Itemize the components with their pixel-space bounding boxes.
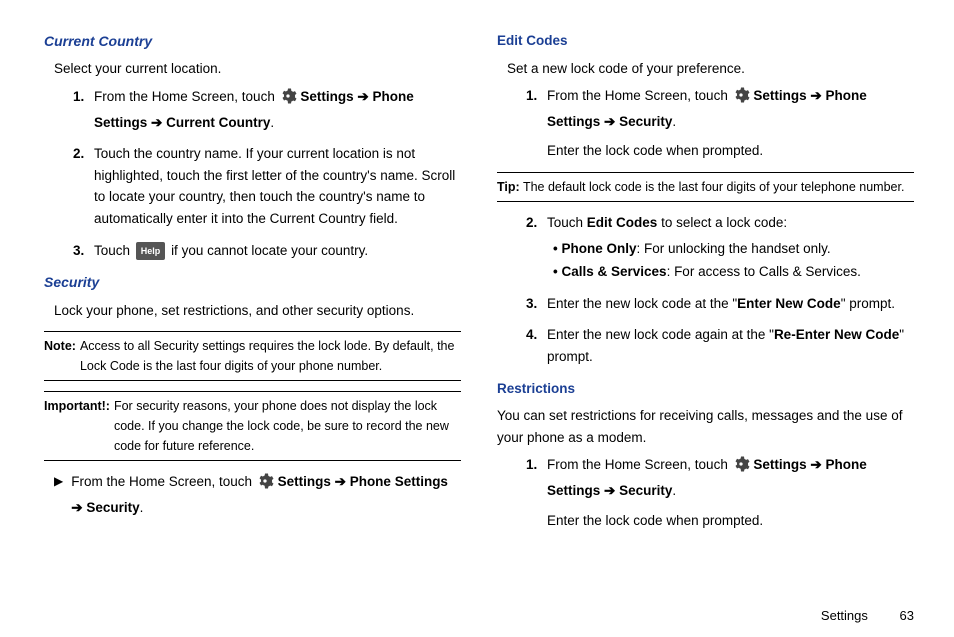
note-body: Access to all Security settings requires… — [80, 336, 461, 376]
path-security: Security — [619, 114, 672, 129]
heading-security: Security — [44, 271, 461, 293]
path-security: Security — [86, 500, 139, 515]
steps-edit-codes-1: From the Home Screen, touch Settings ➔ P… — [515, 85, 914, 162]
path-current-country: Current Country — [166, 115, 270, 130]
left-column: Current Country Select your current loca… — [44, 28, 461, 596]
text-pre: Enter the new lock code again at the " — [547, 327, 774, 342]
text-post: Enter the lock code when prompted. — [547, 140, 914, 162]
arrow-icon: ➔ — [810, 88, 821, 103]
page-body: Current Country Select your current loca… — [0, 0, 954, 606]
step-text-pre: Touch — [94, 243, 134, 258]
edit-codes-label: Edit Codes — [587, 215, 658, 230]
arrow-icon: ➔ — [71, 500, 82, 515]
steps-current-country: From the Home Screen, touch Settings ➔ P… — [62, 86, 461, 261]
arrow-icon: ➔ — [604, 114, 615, 129]
triangle-icon: ▶ — [54, 471, 63, 518]
intro-security: Lock your phone, set restrictions, and o… — [54, 300, 461, 322]
settings-icon — [732, 86, 750, 111]
heading-edit-codes: Edit Codes — [497, 30, 914, 52]
period: . — [270, 115, 274, 130]
prompt-label: Enter New Code — [737, 296, 841, 311]
settings-icon — [732, 455, 750, 480]
step-2: Touch Edit Codes to select a lock code: … — [541, 212, 914, 283]
note-label: Note: — [44, 336, 76, 376]
intro-edit-codes: Set a new lock code of your preference. — [507, 58, 914, 80]
tip-block: Tip: The default lock code is the last f… — [497, 172, 914, 202]
step-3: Touch Help if you cannot locate your cou… — [88, 240, 461, 262]
page-number: 63 — [900, 606, 914, 627]
text-pre: From the Home Screen, touch — [547, 457, 732, 472]
period: . — [140, 500, 144, 515]
period: . — [672, 483, 676, 498]
period: . — [672, 114, 676, 129]
path-settings: Settings — [278, 474, 331, 489]
step-4: Enter the new lock code again at the "Re… — [541, 324, 914, 367]
tip-label: Tip: — [497, 180, 520, 194]
step-1: From the Home Screen, touch Settings ➔ P… — [541, 454, 914, 531]
heading-current-country: Current Country — [44, 30, 461, 52]
right-column: Edit Codes Set a new lock code of your p… — [497, 28, 914, 596]
arrow-icon: ➔ — [151, 115, 162, 130]
steps-restrictions: From the Home Screen, touch Settings ➔ P… — [515, 454, 914, 531]
arrow-icon: ➔ — [357, 89, 368, 104]
steps-edit-codes-2: Touch Edit Codes to select a lock code: … — [515, 212, 914, 368]
arrow-step: ▶ From the Home Screen, touch Settings ➔… — [54, 471, 461, 518]
note-block: Note: Access to all Security settings re… — [44, 331, 461, 381]
arrow-icon: ➔ — [810, 457, 821, 472]
path-security: Security — [619, 483, 672, 498]
important-label: Important!: — [44, 396, 110, 456]
text-post: " prompt. — [841, 296, 895, 311]
sub-bullet-list: Phone Only: For unlocking the handset on… — [547, 238, 914, 283]
bullet-phone-only: Phone Only: For unlocking the handset on… — [547, 238, 914, 260]
help-icon: Help — [136, 242, 166, 260]
heading-restrictions: Restrictions — [497, 378, 914, 400]
arrow-step-text: From the Home Screen, touch Settings ➔ P… — [71, 471, 461, 518]
page-footer: Settings 63 — [0, 606, 954, 637]
footer-section: Settings — [821, 608, 868, 623]
settings-icon — [256, 472, 274, 497]
step-1: From the Home Screen, touch Settings ➔ P… — [88, 86, 461, 133]
path-phone-settings: Phone Settings — [350, 474, 448, 489]
intro-current-country: Select your current location. — [54, 58, 461, 80]
label: Calls & Services — [561, 264, 666, 279]
important-body: For security reasons, your phone does no… — [114, 396, 461, 456]
path-settings: Settings — [753, 88, 806, 103]
step-1: From the Home Screen, touch Settings ➔ P… — [541, 85, 914, 162]
intro-restrictions: You can set restrictions for receiving c… — [497, 405, 914, 448]
step-text-post: if you cannot locate your country. — [171, 243, 368, 258]
text-pre: From the Home Screen, touch — [71, 474, 256, 489]
path-settings: Settings — [300, 89, 353, 104]
text-pre: Touch — [547, 215, 587, 230]
path-settings: Settings — [753, 457, 806, 472]
arrow-icon: ➔ — [335, 474, 346, 489]
step-2: Touch the country name. If your current … — [88, 143, 461, 229]
text-post: Enter the lock code when prompted. — [547, 510, 914, 532]
text-pre: Enter the new lock code at the " — [547, 296, 737, 311]
step-text: From the Home Screen, touch — [94, 89, 279, 104]
desc: : For access to Calls & Services. — [667, 264, 861, 279]
arrow-icon: ➔ — [604, 483, 615, 498]
step-3: Enter the new lock code at the "Enter Ne… — [541, 293, 914, 315]
prompt-label: Re-Enter New Code — [774, 327, 899, 342]
text-post: to select a lock code: — [661, 215, 787, 230]
desc: : For unlocking the handset only. — [637, 241, 831, 256]
important-block: Important!: For security reasons, your p… — [44, 391, 461, 461]
tip-body: The default lock code is the last four d… — [523, 180, 904, 194]
text-pre: From the Home Screen, touch — [547, 88, 732, 103]
label: Phone Only — [561, 241, 636, 256]
settings-icon — [279, 87, 297, 112]
bullet-calls-services: Calls & Services: For access to Calls & … — [547, 261, 914, 283]
